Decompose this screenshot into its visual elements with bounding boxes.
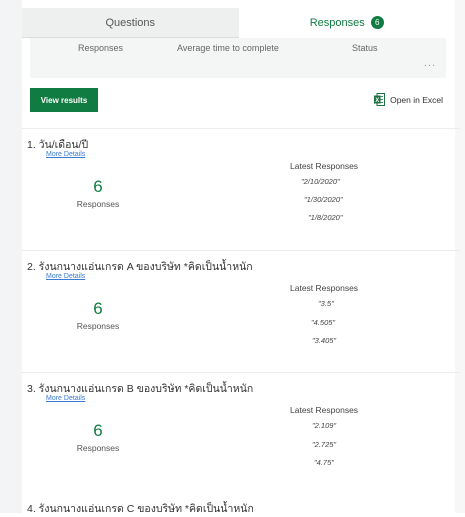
response-count: 6: [93, 299, 103, 318]
response-count-label: Responses: [76, 321, 120, 331]
more-details-link[interactable]: More Details: [46, 273, 85, 280]
latest-response-item: "1/30/2020": [304, 195, 343, 204]
tab-bar: Questions Responses 6: [22, 8, 455, 38]
view-results-button[interactable]: View results: [30, 88, 98, 112]
latest-response-item: "4.75": [314, 458, 334, 467]
latest-response-item: "1/8/2020": [308, 213, 343, 222]
response-count: 6: [93, 177, 103, 196]
more-details-link[interactable]: More Details: [46, 151, 85, 158]
latest-response-item: "2.109": [312, 421, 337, 430]
responses-count-badge: 6: [370, 16, 384, 29]
latest-response-item: "3.405": [312, 336, 337, 345]
latest-responses-title: Latest Responses: [290, 405, 359, 415]
latest-response-item: "2/10/2020": [301, 177, 340, 186]
latest-responses-title: Latest Responses: [290, 161, 359, 171]
excel-icon: X: [374, 93, 386, 106]
latest-responses-title: Latest Responses: [290, 283, 359, 293]
summary-status-label: Status: [352, 43, 378, 53]
question-card: 3. รังนกนางแอ่นเกรด B ของบริษัท *คิดเป็น…: [22, 372, 460, 495]
summary-responses-label: Responses: [78, 43, 124, 53]
question-card: 2. รังนกนางแอ่นเกรด A ของบริษัท *คิดเป็น…: [22, 250, 460, 373]
summary-bar: Responses Average time to complete Statu…: [30, 38, 446, 78]
page-left-edge: [0, 0, 22, 513]
summary-average-time-label: Average time to complete: [177, 43, 279, 53]
question-card: 1. วัน/เดือน/ปี More Details 6 Responses…: [22, 128, 460, 251]
question-title-partial: 4. รังนกนางแอ่นเกรด C ของบริษัท *คิดเป็น…: [27, 503, 254, 515]
tab-questions-label: Questions: [105, 17, 156, 29]
response-count-label: Responses: [76, 199, 120, 209]
response-count: 6: [93, 421, 103, 440]
response-count-label: Responses: [76, 443, 120, 453]
tab-responses[interactable]: Responses 6: [238, 8, 455, 38]
more-options-button[interactable]: ...: [424, 57, 436, 69]
tab-questions[interactable]: Questions: [22, 8, 239, 38]
open-in-excel-label: Open in Excel: [390, 94, 443, 105]
latest-response-item: "4.505": [311, 318, 336, 327]
svg-text:X: X: [375, 98, 379, 104]
open-in-excel-button[interactable]: X Open in Excel: [374, 93, 443, 106]
tab-responses-label: Responses: [309, 17, 365, 29]
latest-response-item: "2.725": [312, 440, 337, 449]
more-details-link[interactable]: More Details: [46, 395, 85, 402]
latest-response-item: "3.5": [318, 299, 334, 308]
